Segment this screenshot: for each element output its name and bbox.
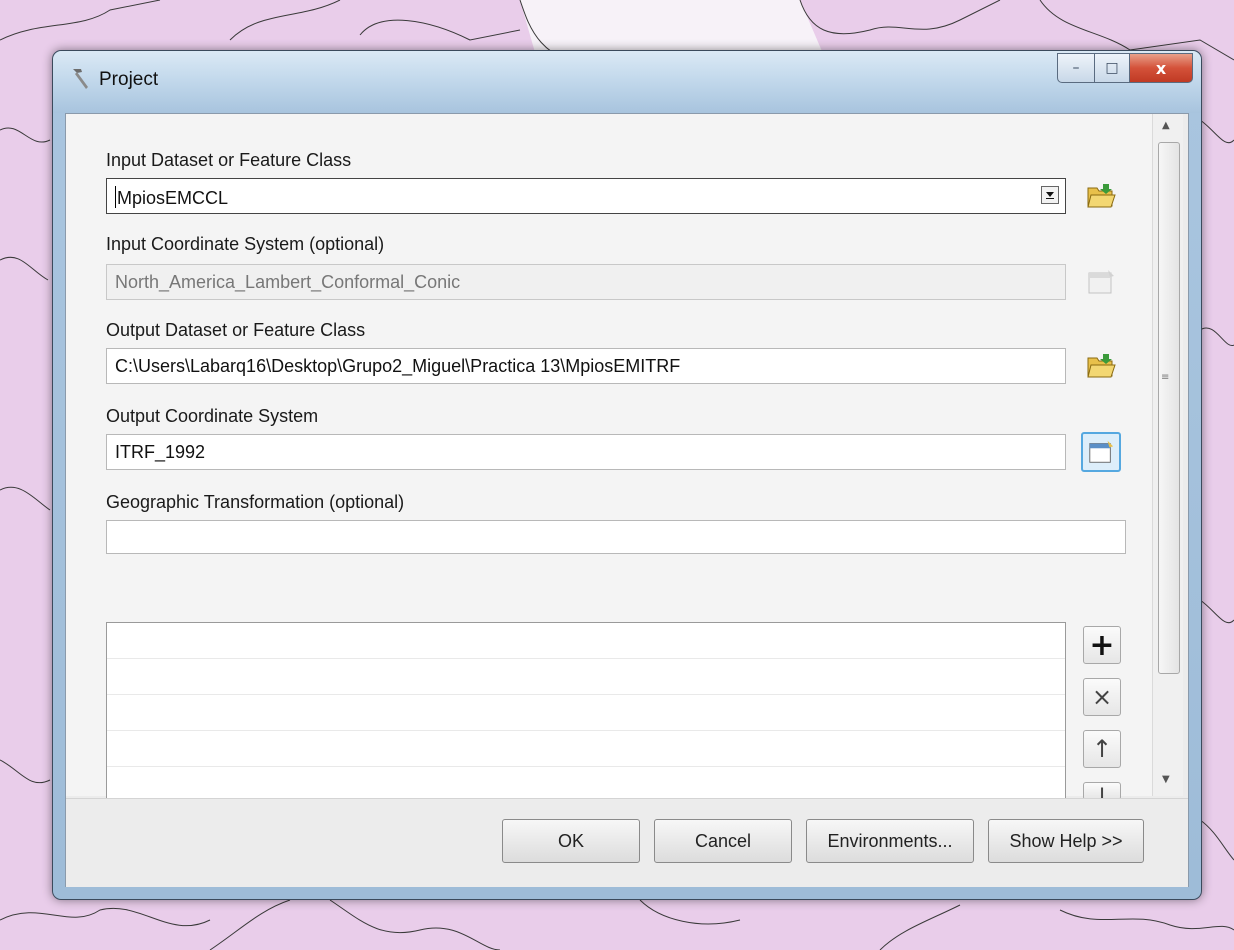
- dialog-client-area: Input Dataset or Feature Class MpiosEMCC…: [65, 113, 1189, 887]
- output-dataset-input[interactable]: C:\Users\Labarq16\Desktop\Grupo2_Miguel\…: [106, 348, 1066, 384]
- vertical-scrollbar[interactable]: ▲ ≡ ▼: [1152, 114, 1183, 796]
- chevron-down-icon: [1046, 192, 1054, 199]
- add-item-button[interactable]: +: [1083, 626, 1121, 664]
- hammer-icon: [73, 69, 88, 89]
- window-title: Project: [99, 69, 159, 90]
- list-item[interactable]: [107, 659, 1065, 695]
- remove-item-button[interactable]: ×: [1083, 678, 1121, 716]
- minimize-button[interactable]: –: [1057, 53, 1095, 83]
- browse-output-button[interactable]: [1081, 346, 1121, 386]
- scrollbar-grip-icon: ≡: [1161, 372, 1170, 383]
- output-dataset-label: Output Dataset or Feature Class: [106, 320, 366, 340]
- input-dataset-label: Input Dataset or Feature Class: [106, 150, 352, 170]
- ok-button[interactable]: OK: [502, 819, 640, 863]
- input-dataset-combobox[interactable]: MpiosEMCCL: [106, 178, 1066, 214]
- scrollbar-thumb[interactable]: [1158, 142, 1180, 674]
- output-cs-input[interactable]: ITRF_1992: [106, 434, 1066, 470]
- move-up-button[interactable]: ↑: [1083, 730, 1121, 768]
- output-cs-label: Output Coordinate System: [106, 406, 319, 426]
- cancel-button[interactable]: Cancel: [654, 819, 792, 863]
- spatial-reference-properties-icon: [1089, 440, 1114, 463]
- list-item[interactable]: [107, 623, 1065, 659]
- geo-transform-input[interactable]: [106, 520, 1126, 554]
- text-caret: [115, 186, 116, 208]
- close-button[interactable]: x: [1130, 53, 1193, 83]
- output-cs-value: ITRF_1992: [115, 442, 206, 462]
- list-item[interactable]: [107, 731, 1065, 767]
- scroll-down-arrow-icon[interactable]: ▼: [1162, 774, 1170, 785]
- input-cs-label: Input Coordinate System (optional): [106, 234, 385, 254]
- scroll-up-arrow-icon[interactable]: ▲: [1162, 120, 1170, 131]
- project-dialog: Project – □ x Input Dataset or Feature C…: [52, 50, 1202, 900]
- input-dataset-value: MpiosEMCCL: [117, 188, 229, 208]
- maximize-button[interactable]: □: [1095, 53, 1130, 83]
- input-cs-field: North_America_Lambert_Conformal_Conic: [106, 264, 1066, 300]
- dropdown-button[interactable]: [1041, 186, 1059, 204]
- output-dataset-value: C:\Users\Labarq16\Desktop\Grupo2_Miguel\…: [115, 356, 681, 376]
- show-help-button[interactable]: Show Help >>: [988, 819, 1144, 863]
- minimize-icon: –: [1072, 60, 1080, 76]
- plus-icon: +: [1089, 627, 1115, 663]
- output-cs-properties-button[interactable]: [1081, 432, 1121, 472]
- list-item[interactable]: [107, 695, 1065, 731]
- geo-transform-label: Geographic Transformation (optional): [106, 492, 405, 512]
- folder-open-icon: [1087, 354, 1116, 378]
- close-icon: ×: [1091, 683, 1113, 711]
- close-icon: x: [1155, 58, 1167, 78]
- input-cs-properties-button: [1081, 262, 1121, 302]
- input-cs-value: North_America_Lambert_Conformal_Conic: [115, 272, 461, 292]
- title-bar[interactable]: Project – □ x: [53, 51, 1201, 113]
- maximize-icon: □: [1105, 60, 1119, 76]
- folder-open-icon: [1087, 184, 1116, 208]
- browse-input-button[interactable]: [1081, 176, 1121, 216]
- spatial-reference-properties-icon: [1088, 270, 1114, 294]
- parameters-panel: Input Dataset or Feature Class MpiosEMCC…: [66, 114, 1152, 852]
- dialog-footer: OK Cancel Environments... Show Help >>: [66, 798, 1188, 887]
- environments-button[interactable]: Environments...: [806, 819, 974, 863]
- arrow-up-icon: ↑: [1091, 735, 1113, 763]
